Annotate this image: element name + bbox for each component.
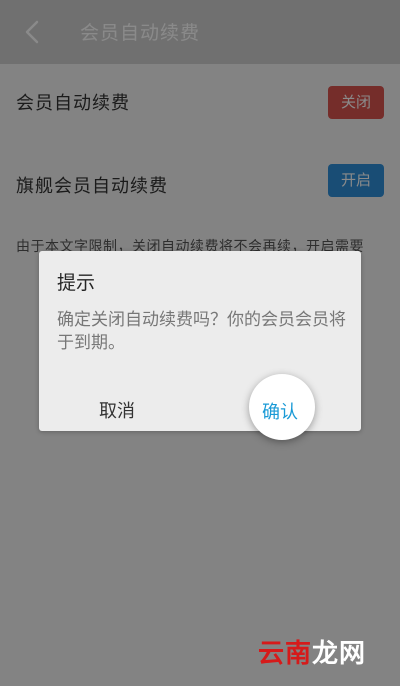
dialog-title: 提示 xyxy=(57,272,96,294)
watermark-white-text: 龙网 xyxy=(311,639,366,669)
cancel-button[interactable]: 取消 xyxy=(99,397,135,423)
watermark-logo: 云南龙网 xyxy=(258,633,366,670)
watermark-red-text: 云南 xyxy=(257,639,312,669)
dialog-message: 确定关闭自动续费吗？你的会员会员将于到期。 xyxy=(57,310,346,353)
confirm-button[interactable]: 确认 xyxy=(262,398,298,424)
